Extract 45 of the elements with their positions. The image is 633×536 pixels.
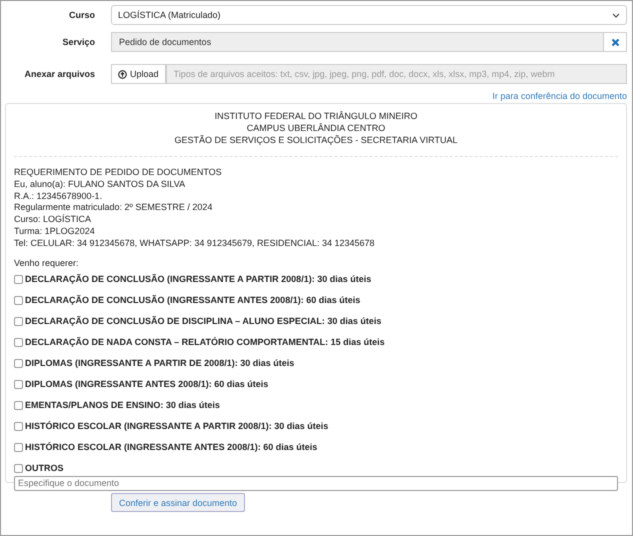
review-link[interactable]: Ir para conferência do documento (492, 91, 627, 101)
course-select[interactable]: LOGÍSTICA (Matriculado) (111, 5, 627, 25)
field-label: Serviço (61, 37, 96, 47)
clear-button[interactable] (603, 32, 627, 52)
option-label: DECLARAÇÃO DE CONCLUSÃO (INGRESSANTE ANTES 2008/1): 60 dias úteis (25, 295, 360, 306)
document-heading: GESTÃO DE SERVIÇOS E SOLICITAÇÕES - SECRETARIA VIRTUAL (174, 134, 458, 146)
checkbox[interactable] (14, 442, 23, 452)
file-field[interactable]: Tipos de arquivos aceitos: txt, csv, jpg, jpeg, png, pdf, doc, docx, xls, xlsx, mp3, mp4, zip, webm (166, 64, 627, 84)
option-label: DECLARAÇÃO DE NADA CONSTA – RELATÓRIO COMPORTAMENTAL: 15 dias úteis (25, 337, 385, 348)
checkbox[interactable] (14, 358, 23, 368)
checkbox[interactable] (14, 380, 23, 389)
option-label: DIPLOMAS (INGRESSANTE ANTES 2008/1): 60 dias úteis (25, 379, 268, 390)
document-heading: CAMPUS UBERLÂNDIA CENTRO (246, 122, 386, 134)
submit-button[interactable]: Conferir e assinar documento (111, 493, 246, 512)
checkbox[interactable] (14, 464, 23, 473)
service-field: Pedido de documentos (111, 32, 604, 52)
option-label: DIPLOMAS (INGRESSANTE A PARTIR DE 2008/1): 30 dias úteis (25, 358, 294, 368)
field-label: Anexar arquivos (23, 69, 96, 79)
checkbox[interactable] (14, 316, 23, 326)
document-line: REQUERIMENTO DE PEDIDO DE DOCUMENTOS (14, 167, 223, 179)
document-line: Curso: LOGÍSTICA (14, 214, 92, 226)
checkbox[interactable] (14, 274, 23, 284)
field-label: Curso (68, 10, 96, 20)
checkbox[interactable] (14, 338, 23, 347)
option-label: DECLARAÇÃO DE CONCLUSÃO DE DISCIPLINA – ALUNO ESPECIAL: 30 dias úteis (25, 316, 382, 326)
checkbox[interactable] (14, 296, 23, 305)
option-label: DECLARAÇÃO DE CONCLUSÃO (INGRESSANTE A PARTIR 2008/1): 30 dias úteis (25, 274, 372, 284)
document-line: Regularmente matriculado: 2º SEMESTRE / 2024 (14, 202, 214, 214)
document-line: Turma: 1PLOG2024 (14, 226, 96, 238)
upload-button[interactable]: Upload (111, 64, 166, 84)
document-input[interactable]: Especifique o documento (14, 476, 618, 491)
chevron-down-icon (612, 12, 620, 18)
intro-text: Venho requerer: (14, 258, 80, 268)
checkbox[interactable] (14, 422, 23, 431)
document-line: Eu, aluno(a): FULANO SANTOS DA SILVA (14, 178, 186, 191)
upload-icon (118, 70, 127, 78)
close-icon (610, 38, 620, 46)
document-line: Tel: CELULAR: 34 912345678, WHATSAPP: 34 912345679, RESIDENCIAL: 34 12345678 (14, 238, 376, 250)
option-label: HISTÓRICO ESCOLAR (INGRESSANTE A PARTIR 2008/1): 30 dias úteis (25, 421, 328, 432)
option-label: OUTROS (25, 463, 64, 474)
document-heading: INSTITUTO FEDERAL DO TRIÂNGULO MINEIRO (214, 110, 418, 122)
document-line: R.A.: 12345678900-1. (14, 190, 104, 202)
checkbox[interactable] (14, 400, 23, 410)
option-label: EMENTAS/PLANOS DE ENSINO: 30 dias úteis (25, 400, 220, 410)
option-label: HISTÓRICO ESCOLAR (INGRESSANTE ANTES 2008/1): 60 dias úteis (25, 442, 318, 452)
